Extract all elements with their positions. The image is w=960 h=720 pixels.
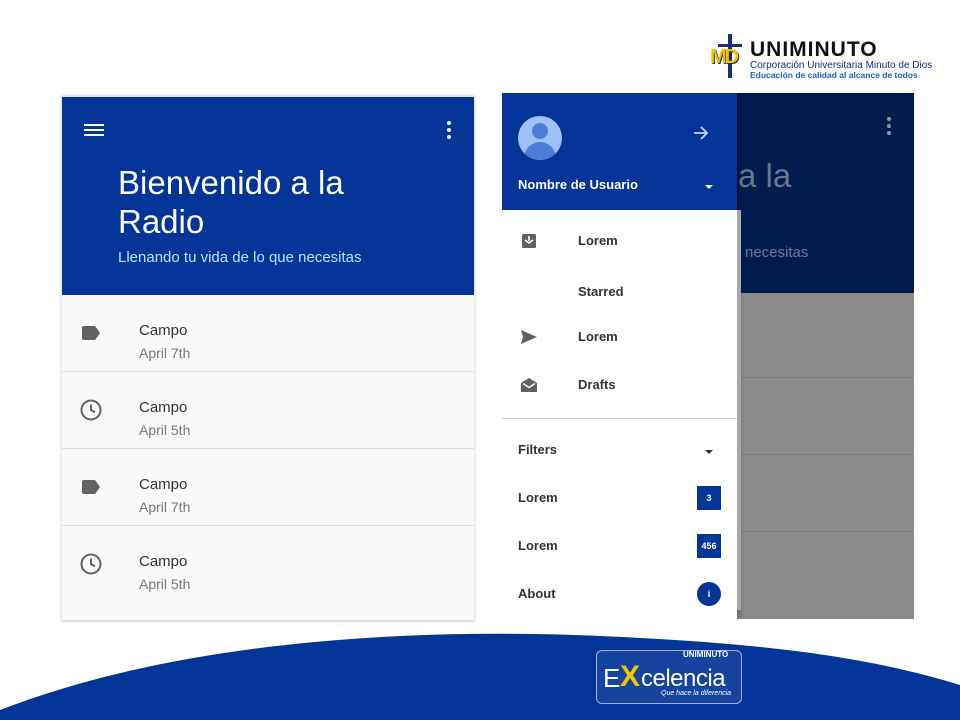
- drawer-header: Nombre de Usuario: [502, 93, 737, 210]
- drawer-item-inbox[interactable]: Lorem: [502, 219, 737, 263]
- more-vert-icon[interactable]: [885, 115, 893, 137]
- page-title-peek: a la: [738, 157, 792, 194]
- page-title: Bienvenido a la Radio: [118, 164, 344, 240]
- item-date: April 7th: [139, 345, 191, 361]
- send-icon: [521, 330, 537, 344]
- page-subtitle: Llenando tu vida de lo que necesitas: [118, 249, 362, 266]
- item-list: Campo April 7th Campo April 5th Campo Ap…: [62, 295, 474, 603]
- count-badge: 456: [697, 534, 721, 558]
- excelencia-top-text: UNIMINUTO: [683, 650, 729, 659]
- drawer-scrollbar[interactable]: [737, 210, 741, 610]
- drawer-item-send[interactable]: Lorem: [502, 315, 737, 359]
- footer-wave: [0, 633, 960, 720]
- clock-icon: [80, 553, 102, 575]
- drawer-item-label: Lorem: [578, 233, 618, 248]
- account-circle-icon[interactable]: [518, 116, 562, 160]
- excelencia-logo: UNIMINUTO E X celencia Que hace la difer…: [596, 650, 742, 704]
- filter-item[interactable]: Lorem 456: [502, 524, 737, 568]
- excelencia-x: X: [620, 660, 641, 693]
- about-label: About: [518, 586, 556, 601]
- filter-item[interactable]: Lorem 3: [502, 476, 737, 520]
- logo-title: UNIMINUTO: [750, 38, 878, 61]
- chevron-down-icon: [705, 450, 713, 454]
- logo-subtitle-2: Educación de calidad al alcance de todos: [750, 70, 918, 80]
- item-date: April 5th: [139, 422, 191, 438]
- app-header: Bienvenido a la Radio Llenando tu vida d…: [62, 95, 474, 295]
- more-vert-icon[interactable]: [445, 119, 453, 141]
- excelencia-e: E: [603, 663, 621, 693]
- list-item[interactable]: Campo April 5th: [62, 526, 474, 603]
- md-logo-mark: MD: [708, 34, 746, 78]
- filters-header[interactable]: Filters: [502, 428, 737, 472]
- uniminuto-logo: MD UNIMINUTO Corporación Universitaria M…: [708, 30, 938, 86]
- page-subtitle-peek: necesitas: [745, 244, 809, 261]
- item-title: Campo: [139, 476, 188, 493]
- drawer-item-starred[interactable]: Starred: [502, 270, 737, 314]
- drawer-item-drafts[interactable]: Drafts: [502, 363, 737, 407]
- right-app-screen: a la necesitas Nombre de Usuario Lorem S…: [502, 93, 914, 619]
- item-date: April 7th: [139, 499, 191, 515]
- inbox-icon: [522, 234, 536, 248]
- hamburger-menu-icon[interactable]: [84, 122, 104, 138]
- filters-label: Filters: [518, 442, 558, 457]
- drafts-icon: [521, 378, 537, 392]
- item-title: Campo: [139, 553, 188, 570]
- list-item[interactable]: Campo April 7th: [62, 449, 474, 526]
- user-name: Nombre de Usuario: [518, 177, 638, 192]
- excelencia-word: celencia: [641, 665, 726, 692]
- star-icon: [520, 283, 538, 301]
- item-title: Campo: [139, 399, 188, 416]
- drawer-item-label: Lorem: [578, 329, 618, 344]
- label-icon: [82, 480, 100, 494]
- navigation-drawer: Nombre de Usuario Lorem Starred Lorem Dr…: [502, 93, 737, 619]
- md-mark-text: MD: [710, 46, 739, 68]
- excelencia-tagline: Que hace la diferencia: [661, 690, 732, 697]
- drawer-divider: [502, 418, 737, 419]
- drawer-item-label: Drafts: [578, 377, 616, 392]
- clock-icon: [80, 399, 102, 421]
- chevron-down-icon[interactable]: [705, 185, 713, 189]
- label-icon: [82, 326, 100, 340]
- count-badge: 3: [697, 486, 721, 510]
- filter-label: Lorem: [518, 538, 558, 553]
- drawer-item-label: Starred: [578, 284, 624, 299]
- arrow-forward-icon[interactable]: [691, 124, 711, 142]
- item-date: April 5th: [139, 576, 191, 592]
- list-item[interactable]: Campo April 5th: [62, 372, 474, 449]
- filter-label: Lorem: [518, 490, 558, 505]
- item-title: Campo: [139, 322, 188, 339]
- list-item[interactable]: Campo April 7th: [62, 295, 474, 372]
- left-app-screen: Bienvenido a la Radio Llenando tu vida d…: [62, 95, 474, 620]
